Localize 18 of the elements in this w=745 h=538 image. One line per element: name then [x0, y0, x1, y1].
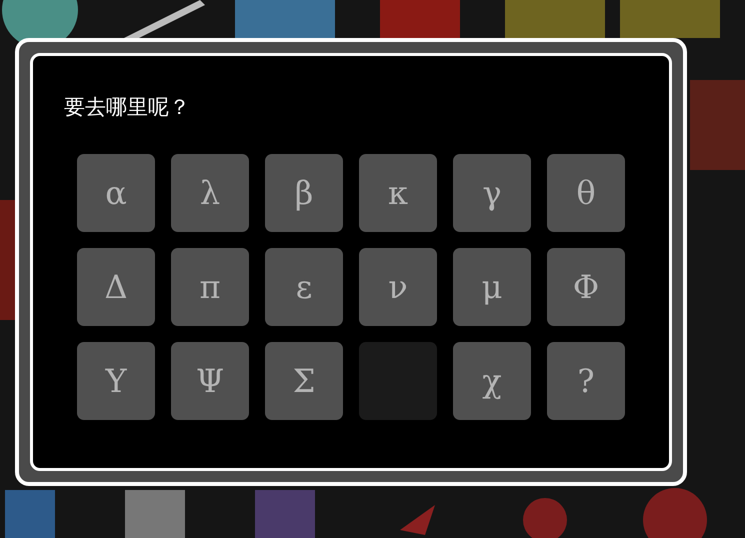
symbol-button[interactable]: ν: [359, 248, 437, 326]
symbol-button[interactable]: θ: [547, 154, 625, 232]
symbol-button[interactable]: Ψ: [171, 342, 249, 420]
symbol-button[interactable]: Σ: [265, 342, 343, 420]
symbol-button[interactable]: Δ: [77, 248, 155, 326]
symbol-button[interactable]: Υ: [77, 342, 155, 420]
symbol-button[interactable]: κ: [359, 154, 437, 232]
symbol-button[interactable]: π: [171, 248, 249, 326]
symbol-button[interactable]: ?: [547, 342, 625, 420]
symbol-button[interactable]: γ: [453, 154, 531, 232]
symbol-button[interactable]: ε: [265, 248, 343, 326]
symbol-button[interactable]: β: [265, 154, 343, 232]
symbol-button[interactable]: Φ: [547, 248, 625, 326]
symbol-button[interactable]: χ: [453, 342, 531, 420]
symbol-button[interactable]: μ: [453, 248, 531, 326]
dialog-title: 要去哪里呢？: [64, 94, 191, 120]
symbol-button[interactable]: λ: [171, 154, 249, 232]
symbol-button[interactable]: α: [77, 154, 155, 232]
